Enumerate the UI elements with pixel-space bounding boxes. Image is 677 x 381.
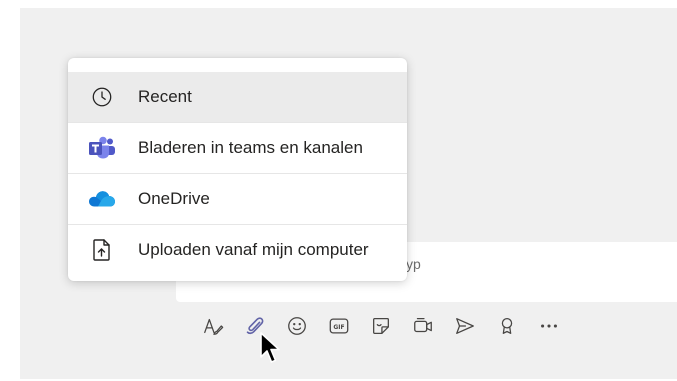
compose-placeholder: yp (406, 256, 421, 272)
send-icon (456, 318, 474, 334)
format-icon (204, 318, 224, 335)
mouse-cursor-icon (260, 332, 280, 363)
onedrive-icon (84, 189, 120, 209)
meet-now-icon (414, 318, 432, 333)
compose-toolbar: GIF (192, 310, 570, 342)
menu-item-label: Recent (138, 87, 192, 106)
send-button[interactable] (444, 310, 486, 342)
menu-item-recent[interactable]: Recent (68, 72, 407, 122)
meet-now-button[interactable] (402, 310, 444, 342)
upload-file-icon (84, 238, 120, 262)
menu-item-label: Uploaden vanaf mijn computer (138, 240, 369, 259)
gif-button[interactable]: GIF (318, 310, 360, 342)
menu-item-upload-computer[interactable]: Uploaden vanaf mijn computer (68, 225, 407, 275)
gif-icon: GIF (329, 318, 349, 334)
menu-item-browse-teams[interactable]: Bladeren in teams en kanalen (68, 123, 407, 173)
clock-icon (84, 86, 120, 108)
more-options-button[interactable] (528, 310, 570, 342)
teams-icon (84, 136, 120, 160)
more-options-icon (541, 324, 557, 328)
attach-menu: Recent Bladeren in teams en kanalen OneD… (68, 58, 407, 281)
menu-item-onedrive[interactable]: OneDrive (68, 174, 407, 224)
svg-text:GIF: GIF (333, 324, 344, 331)
praise-button[interactable] (486, 310, 528, 342)
format-button[interactable] (192, 310, 234, 342)
menu-item-label: OneDrive (138, 189, 210, 208)
sticker-icon (373, 318, 389, 334)
menu-item-label: Bladeren in teams en kanalen (138, 138, 363, 157)
sticker-button[interactable] (360, 310, 402, 342)
emoji-icon (288, 317, 306, 335)
praise-icon (501, 318, 513, 334)
